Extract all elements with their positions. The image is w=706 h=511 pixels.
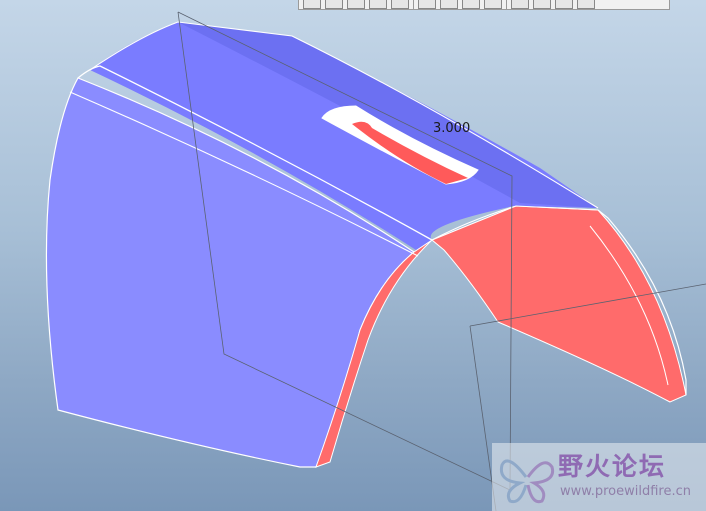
butterfly-logo-icon <box>499 459 555 504</box>
annotation-icon[interactable] <box>577 0 595 9</box>
toolbar <box>298 0 670 10</box>
watermark: 野火论坛 www.proewildfire.cn <box>492 443 706 511</box>
view-icon[interactable] <box>303 0 321 9</box>
measure-icon[interactable] <box>462 0 480 9</box>
dimension-label[interactable]: 3.000 <box>433 121 470 136</box>
sheetmetal-model[interactable] <box>0 0 706 511</box>
save-icon[interactable] <box>440 0 458 9</box>
datum-icon[interactable] <box>511 0 529 9</box>
orient-icon[interactable] <box>418 0 436 9</box>
toolbar-separator <box>413 0 414 9</box>
sphere-icon[interactable] <box>369 0 387 9</box>
select-icon[interactable] <box>325 0 343 9</box>
toolbar-separator <box>506 0 507 9</box>
spin-icon[interactable] <box>484 0 502 9</box>
model-viewport[interactable]: 3.000 野火论坛 www.proewildfire.cn <box>0 0 706 511</box>
layer-icon[interactable] <box>347 0 365 9</box>
appearance-icon[interactable] <box>391 0 409 9</box>
watermark-url: www.proewildfire.cn <box>560 484 691 499</box>
datum-icon[interactable] <box>555 0 573 9</box>
datum-icon[interactable] <box>533 0 551 9</box>
far-section-face <box>431 205 687 403</box>
watermark-site-name: 野火论坛 <box>558 452 667 481</box>
